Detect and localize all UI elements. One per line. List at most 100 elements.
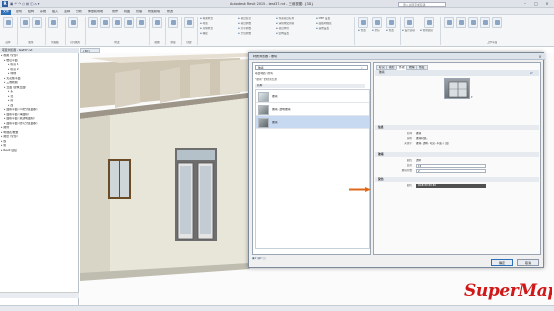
- design-options-icon[interactable]: [404, 17, 414, 28]
- macros-icon[interactable]: [480, 17, 490, 28]
- project-materials-filter[interactable]: 项目材质: 所有: [255, 72, 365, 77]
- tab-manage[interactable]: 管理: [134, 10, 144, 15]
- ribbon-item-global-parameters[interactable]: 全局参数: [238, 32, 274, 36]
- offset-icon[interactable]: [100, 17, 110, 28]
- group-label-modify: 修改: [114, 41, 120, 44]
- manage-links-icon[interactable]: [424, 17, 434, 28]
- material-item-selected[interactable]: 玻璃: [256, 116, 369, 129]
- measure-icon[interactable]: [168, 17, 178, 28]
- browser-item[interactable]: Revit 链接: [1, 149, 77, 153]
- type-properties-icon[interactable]: [32, 17, 42, 28]
- tab-thermal[interactable]: 热度: [416, 64, 428, 70]
- info-value[interactable]: 玻璃, 透明, 可见, 平面, 门窗: [416, 142, 526, 145]
- tab-modify[interactable]: 修改: [165, 10, 175, 15]
- align-icon[interactable]: [88, 17, 98, 28]
- replace-asset-icon[interactable]: ⇄: [530, 71, 533, 75]
- ribbon-item-project-info[interactable]: 项目信息: [238, 17, 274, 21]
- ribbon-item-snaps[interactable]: 捕捉: [200, 32, 236, 36]
- group-divider: [17, 17, 18, 45]
- ribbon-item-location[interactable]: 位置: [358, 29, 370, 33]
- maximize-icon[interactable]: □: [531, 1, 541, 7]
- open-library-icon[interactable]: ▤▾: [257, 256, 261, 260]
- create-icon[interactable]: [184, 17, 194, 28]
- material-list-header[interactable]: 名称: [255, 83, 365, 88]
- quick-access-toolbar[interactable]: ▣ ↶ ↷ ⎙ ▤ ◫ ⌂ ▾: [10, 2, 70, 7]
- ribbon-item-project-parameters[interactable]: 项目参数: [238, 22, 274, 26]
- info-value[interactable]: 玻璃材质。: [416, 137, 429, 140]
- ribbon-item-panel-schedules[interactable]: 面板明细表: [316, 22, 352, 26]
- material-list: 玻璃 玻璃, 透明玻璃 玻璃: [255, 89, 370, 249]
- tab-view[interactable]: 视图: [122, 10, 132, 15]
- ribbon-item-shared-parameters[interactable]: 共享参数: [238, 27, 274, 31]
- create-material-icon[interactable]: ▣▾: [252, 256, 256, 260]
- help-search-placeholder: 键入关键字或短语: [403, 3, 426, 7]
- minimize-icon[interactable]: –: [520, 1, 530, 7]
- ribbon-item-coordinates[interactable]: 坐标: [372, 29, 384, 33]
- properties-icon[interactable]: [20, 17, 30, 28]
- ribbon-item-fill-patterns[interactable]: 填充样式: [200, 17, 236, 21]
- group-divider: [354, 17, 355, 45]
- tab-analyze[interactable]: 分析: [74, 10, 84, 15]
- tab-add-ins[interactable]: 附加模块: [146, 10, 162, 15]
- dialog-close-icon[interactable]: ×: [537, 54, 543, 59]
- ribbon-item-position[interactable]: 位置: [386, 29, 398, 33]
- ribbon-item-manage-links[interactable]: 管理链接: [420, 29, 438, 33]
- cancel-button[interactable]: 取消: [517, 259, 539, 266]
- material-item[interactable]: 玻璃, 透明玻璃: [256, 103, 369, 116]
- phasing-icon[interactable]: [456, 17, 466, 28]
- info-value[interactable]: 玻璃: [416, 132, 421, 135]
- copy-icon[interactable]: [136, 17, 146, 28]
- view-icon[interactable]: [152, 17, 162, 28]
- material-swatch: [258, 91, 269, 102]
- ribbon-item-materials[interactable]: 材质: [200, 22, 236, 26]
- help-search-input[interactable]: 键入关键字或短语: [398, 1, 446, 7]
- ok-button[interactable]: 确定: [491, 259, 513, 266]
- ribbon-item-transfer-standards[interactable]: 传递项目标准: [276, 17, 314, 21]
- browser-footer: [0, 292, 79, 298]
- geometry-icon[interactable]: [68, 17, 78, 28]
- material-item[interactable]: 玻璃: [256, 90, 369, 103]
- mirror-icon[interactable]: [112, 17, 122, 28]
- tab-systems[interactable]: 系统: [38, 10, 48, 15]
- tab-insert[interactable]: 插入: [50, 10, 60, 15]
- position-icon[interactable]: [386, 17, 396, 28]
- ribbon-item-purge-unused[interactable]: 清除未使用项: [276, 22, 314, 26]
- ribbon-item-design-options[interactable]: 设计选项: [402, 29, 418, 33]
- coordinates-icon[interactable]: [372, 17, 382, 28]
- revit-app-icon[interactable]: R: [2, 1, 8, 7]
- reflectance-field[interactable]: 15: [416, 164, 486, 168]
- material-search-input[interactable]: 玻璃: [255, 65, 368, 70]
- selection-icon[interactable]: [468, 17, 478, 28]
- paste-icon[interactable]: [48, 17, 58, 28]
- asset-name: 玻璃: [375, 70, 539, 76]
- section-tint[interactable]: 染色: [375, 177, 539, 182]
- sheets-of-glass-field[interactable]: 2: [416, 169, 486, 173]
- preview-options-icon[interactable]: ▾: [471, 95, 473, 99]
- tab-architecture[interactable]: 建筑: [14, 10, 24, 15]
- tab-annotate[interactable]: 注释: [62, 10, 72, 15]
- supermap-logo: SuperMap: [464, 281, 552, 301]
- ribbon-item-object-styles[interactable]: 对象样式: [200, 27, 236, 31]
- tab-file[interactable]: 文件: [1, 9, 12, 15]
- section-information[interactable]: 信息: [375, 125, 539, 130]
- ribbon-item-mep-settings[interactable]: MEP 设置: [316, 17, 352, 21]
- ribbon-item-project-units[interactable]: 项目单位: [276, 27, 314, 31]
- move-icon[interactable]: [124, 17, 134, 28]
- inquiry-icon[interactable]: [444, 17, 454, 28]
- toggle-library-icon[interactable]: ◫: [263, 256, 266, 260]
- modify-tool-icon[interactable]: [3, 17, 13, 28]
- section-glazing[interactable]: 玻璃: [375, 152, 539, 157]
- ribbon-item-structural-settings[interactable]: 结构设置: [276, 32, 314, 36]
- tab-collaborate[interactable]: 协作: [110, 10, 120, 15]
- group-label-clipboard: 剪贴板: [51, 41, 59, 44]
- glazing-color-dropdown[interactable]: 透明: [416, 159, 421, 162]
- location-icon[interactable]: [358, 17, 368, 28]
- ribbon-item-additional-settings[interactable]: 其他设置: [316, 27, 352, 31]
- group-divider: [197, 17, 198, 45]
- close-icon[interactable]: ×: [542, 1, 552, 7]
- visual-programming-icon[interactable]: [492, 17, 502, 28]
- search-icon[interactable]: ⌕: [361, 66, 363, 70]
- tab-structure[interactable]: 结构: [26, 10, 36, 15]
- tab-massing-site[interactable]: 体量和场地: [86, 10, 105, 15]
- tint-color-swatch[interactable]: RGB 80 80 80: [416, 184, 486, 188]
